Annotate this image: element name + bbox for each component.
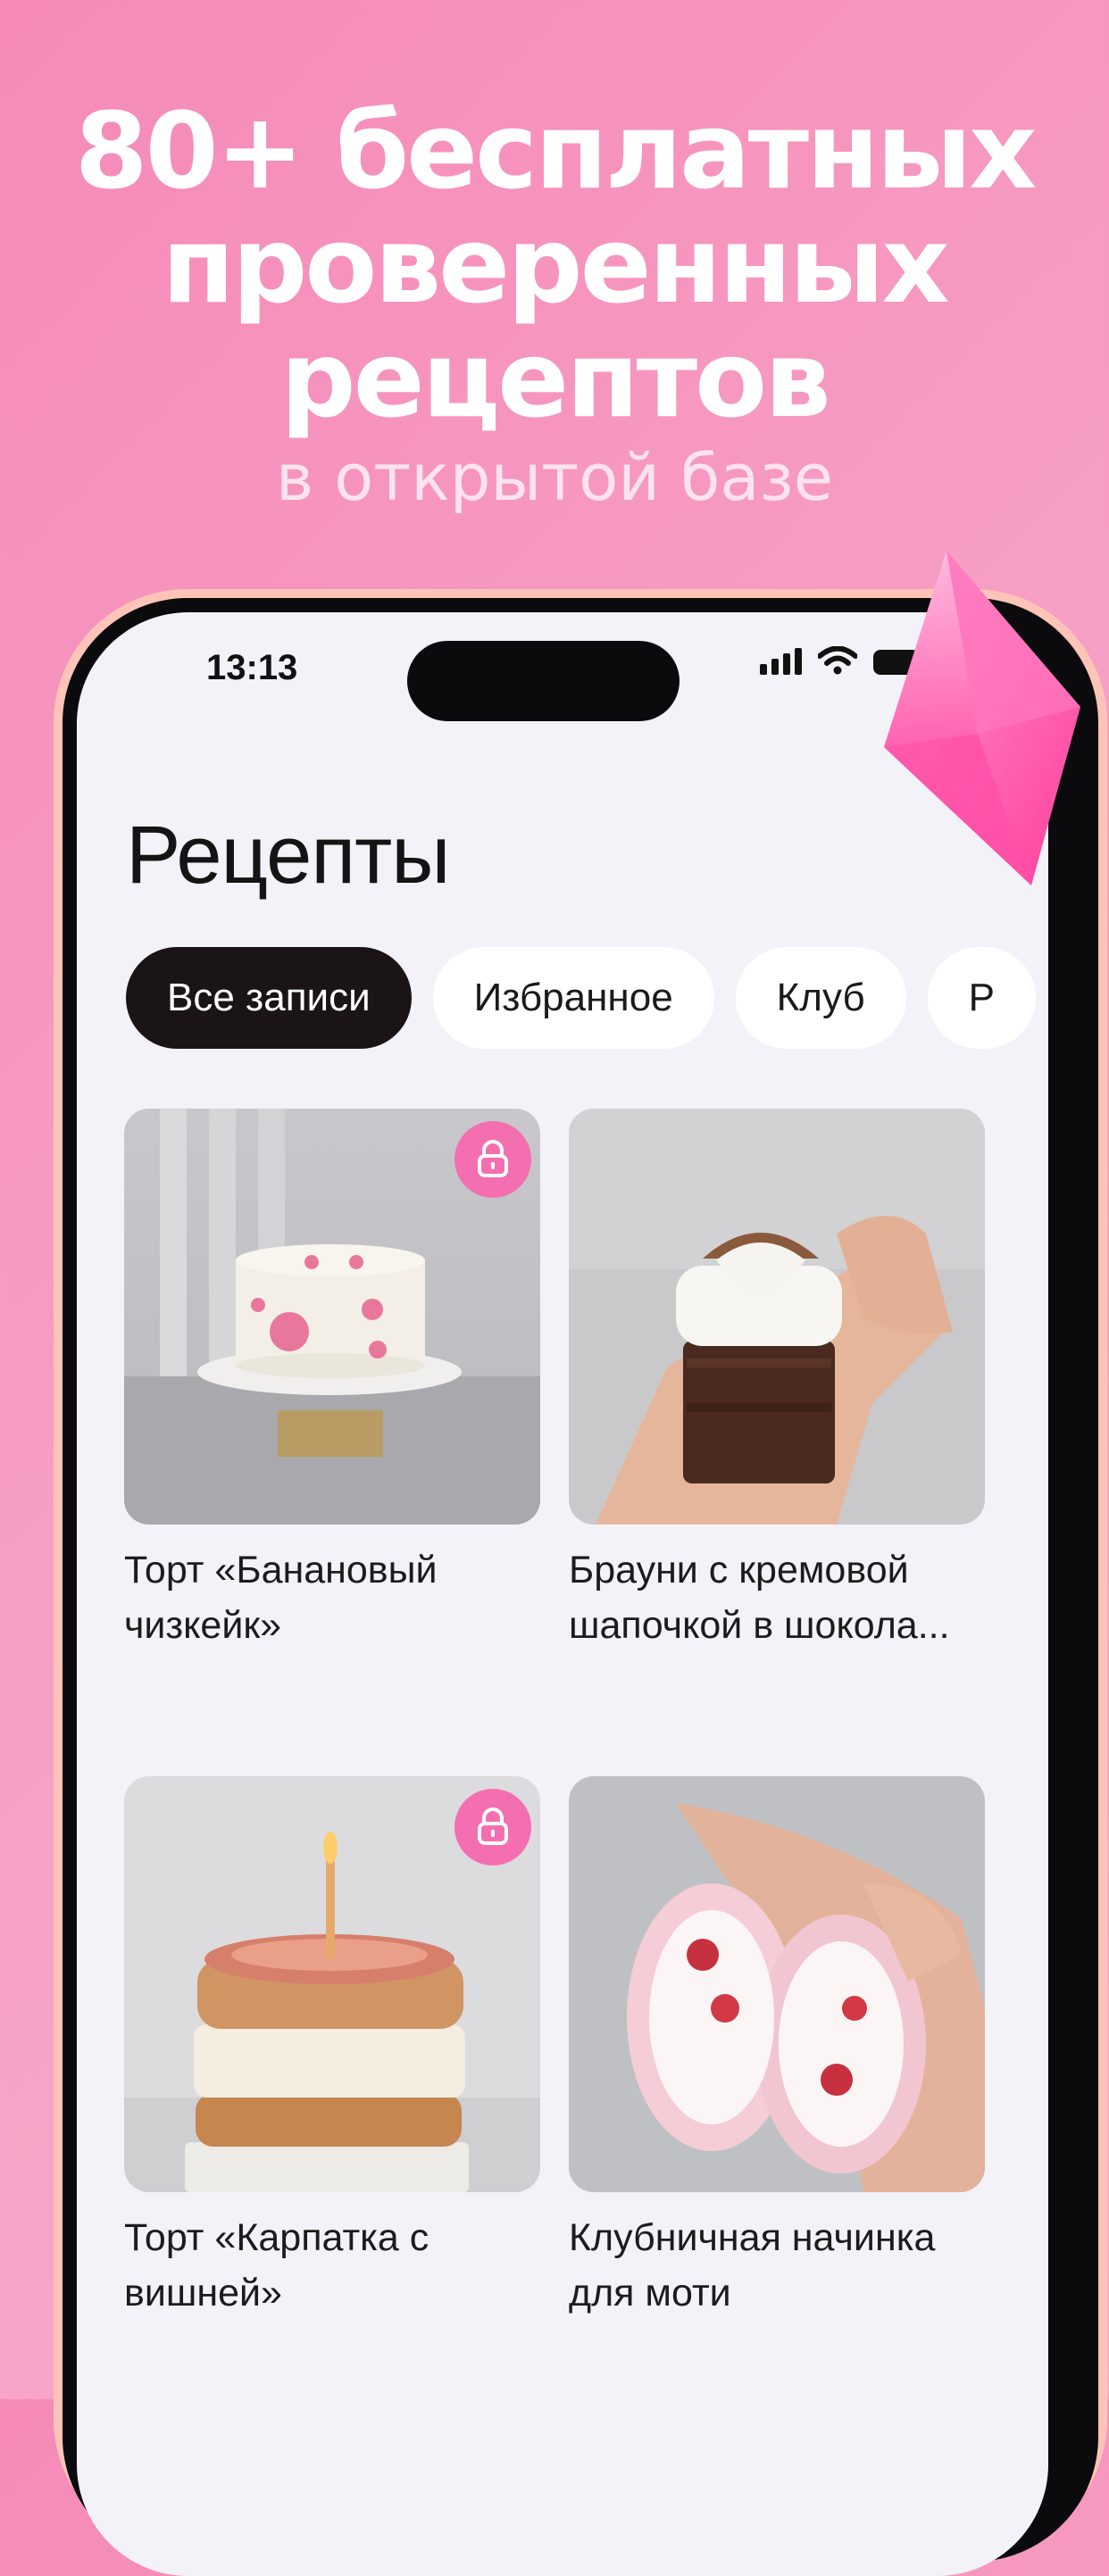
recipe-title: Клубничная начинка для моти [569,2216,936,2314]
promo-title-line-2: проверенных [162,204,949,327]
tab-more[interactable]: Р [927,947,1037,1049]
promo-title-line-1: 80+ бесплатных [74,89,1038,212]
recipe-title: Торт «Банановый чизкейк» [124,1549,438,1647]
tab-favorites[interactable]: Избранное [432,947,714,1049]
promo-title-line-3: рецептов [280,318,831,441]
tab-all-posts[interactable]: Все записи [126,947,412,1049]
phone-screen: 13:13 Рецепты Все записи Избранное Клуб … [77,612,1048,2576]
tab-club[interactable]: Клуб [735,947,906,1049]
wifi-icon [818,646,857,675]
status-time: 13:13 [206,648,298,687]
filter-tabs: Все записи Избранное Клуб Р [126,947,1037,1049]
recipe-title: Торт «Карпатка с вишней» [124,2216,429,2314]
pink-crystal-decoration [884,551,1080,885]
recipe-card[interactable]: Торт «Карпатка с вишней» [124,1776,540,2321]
recipe-image [124,1109,540,1525]
recipe-title: Брауни с кремовой шапочкой в шокола... [569,1549,950,1647]
promo-title: 80+ бесплатных проверенных рецептов [0,94,1109,436]
dynamic-island [407,641,680,721]
recipe-image [124,1776,540,2192]
recipe-card[interactable]: Торт «Банановый чизкейк» [124,1109,540,1653]
lock-icon [454,1121,531,1198]
recipe-card[interactable]: Клубничная начинка для моти [569,1776,985,2321]
hand-holding-brownie-photo [569,1109,985,1525]
hand-holding-strawberry-mochi-photo [569,1776,985,2192]
recipe-card[interactable]: Брауни с кремовой шапочкой в шокола... [569,1109,985,1653]
promo-subtitle: в открытой базе [275,440,834,515]
page-title: Рецепты [126,810,450,901]
recipe-image [569,1776,985,2192]
recipe-image [569,1109,985,1525]
lock-icon [454,1789,531,1866]
signal-icon [760,648,802,675]
